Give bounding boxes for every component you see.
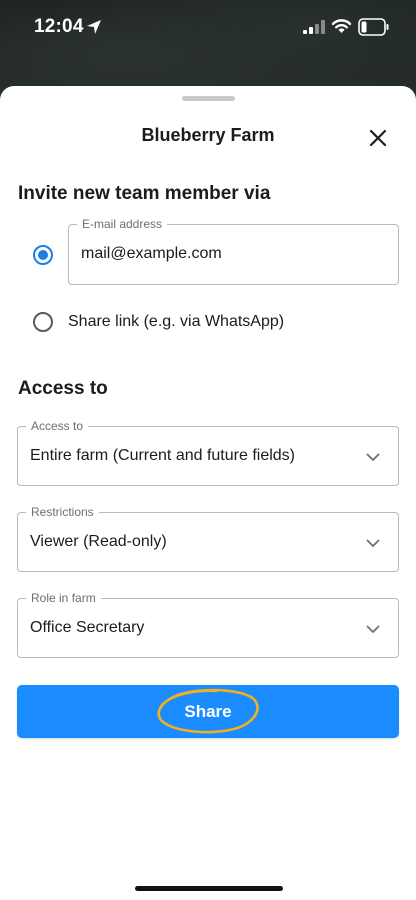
status-bar: 12:04 (0, 0, 416, 56)
chevron-down-icon (366, 539, 380, 547)
status-time: 12:04 (34, 16, 84, 37)
access-heading: Access to (18, 378, 108, 399)
email-field[interactable]: E-mail address mail@example.com (68, 216, 399, 285)
share-link-radio-button[interactable] (33, 312, 53, 332)
restrictions-dropdown-label: Restrictions (26, 504, 99, 520)
access-to-dropdown-label: Access to (26, 418, 89, 434)
access-to-dropdown-value: Entire farm (Current and future fields) (30, 447, 295, 464)
sheet-title: Blueberry Farm (141, 125, 275, 145)
access-to-dropdown[interactable]: Access to Entire farm (Current and futur… (17, 418, 399, 486)
email-radio-button[interactable] (33, 245, 53, 265)
share-button[interactable]: Share (17, 685, 399, 738)
invite-heading: Invite new team member via (18, 183, 271, 204)
chevron-down-icon (366, 453, 380, 461)
restrictions-dropdown-value: Viewer (Read-only) (30, 533, 167, 550)
chevron-down-icon (366, 625, 380, 633)
restrictions-dropdown[interactable]: Restrictions Viewer (Read-only) (17, 504, 399, 572)
bottom-sheet: Blueberry Farm Invite new team member vi… (0, 86, 416, 900)
role-in-farm-dropdown-label: Role in farm (26, 590, 101, 606)
close-icon[interactable] (364, 124, 392, 152)
wifi-icon (331, 19, 352, 33)
email-field-value: mail@example.com (81, 245, 222, 262)
email-field-label: E-mail address (77, 216, 168, 232)
role-in-farm-dropdown[interactable]: Role in farm Office Secretary (17, 590, 399, 658)
sheet-grabber-handle[interactable] (182, 96, 235, 101)
share-button-label: Share (184, 702, 232, 721)
role-in-farm-dropdown-value: Office Secretary (30, 619, 145, 636)
cellular-signal-icon (303, 20, 325, 34)
share-link-option-label[interactable]: Share link (e.g. via WhatsApp) (68, 313, 284, 331)
home-indicator[interactable] (135, 886, 283, 891)
battery-icon (358, 18, 389, 36)
location-arrow-icon (87, 20, 101, 34)
